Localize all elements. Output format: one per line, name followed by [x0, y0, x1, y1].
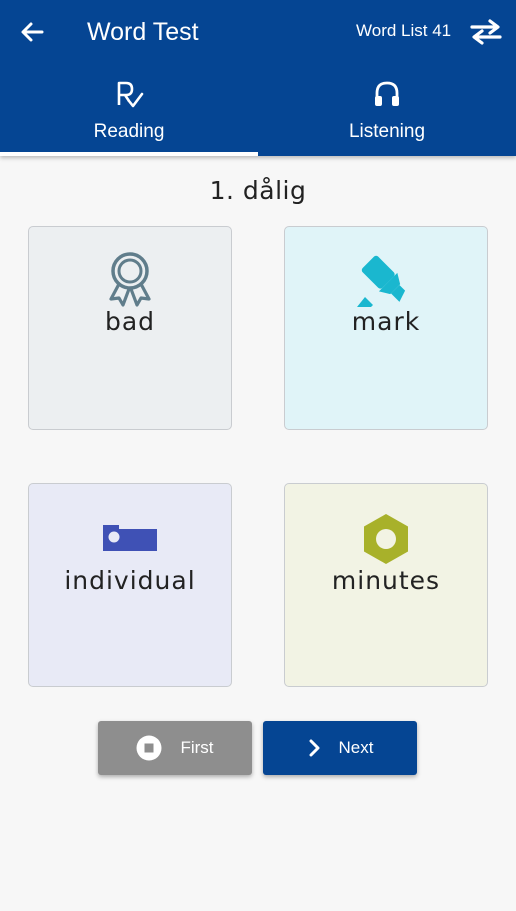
stop-circle-icon — [136, 735, 162, 761]
swap-arrows-icon — [470, 19, 502, 45]
back-button[interactable] — [14, 14, 50, 50]
page-title: Word Test — [87, 18, 199, 46]
tab-reading[interactable]: Reading — [0, 70, 258, 156]
reading-check-icon — [117, 81, 144, 108]
highlighter-icon — [357, 255, 406, 307]
word-list-label[interactable]: Word List 41 — [356, 19, 451, 43]
choice-card-bad[interactable]: bad — [28, 226, 232, 430]
choice-word: mark — [351, 307, 421, 336]
first-button[interactable]: First — [98, 721, 252, 775]
app-bar: Word Test Word List 41 Reading Listening — [0, 0, 516, 156]
headphones-icon — [375, 81, 399, 106]
next-button-label: Next — [338, 738, 374, 757]
chevron-right-icon — [309, 739, 320, 757]
tab-indicator — [0, 152, 258, 156]
choice-word: minutes — [331, 566, 441, 595]
first-button-label: First — [180, 738, 214, 757]
choice-card-individual[interactable]: individual — [28, 483, 232, 687]
choice-card-mark[interactable]: mark — [284, 226, 488, 430]
swap-button[interactable] — [466, 14, 506, 50]
question-prompt: 1. dålig — [209, 176, 307, 205]
award-ribbon-icon — [109, 252, 151, 307]
hex-nut-icon — [364, 514, 408, 564]
bed-icon — [103, 525, 157, 551]
choice-card-minutes[interactable]: minutes — [284, 483, 488, 687]
choice-word: individual — [64, 566, 196, 595]
next-button[interactable]: Next — [263, 721, 417, 775]
choice-word: bad — [104, 307, 156, 336]
tab-reading-label: Reading — [93, 121, 165, 142]
tab-listening-label: Listening — [348, 121, 426, 142]
arrow-left-icon — [21, 22, 44, 42]
tab-listening[interactable]: Listening — [258, 70, 516, 156]
